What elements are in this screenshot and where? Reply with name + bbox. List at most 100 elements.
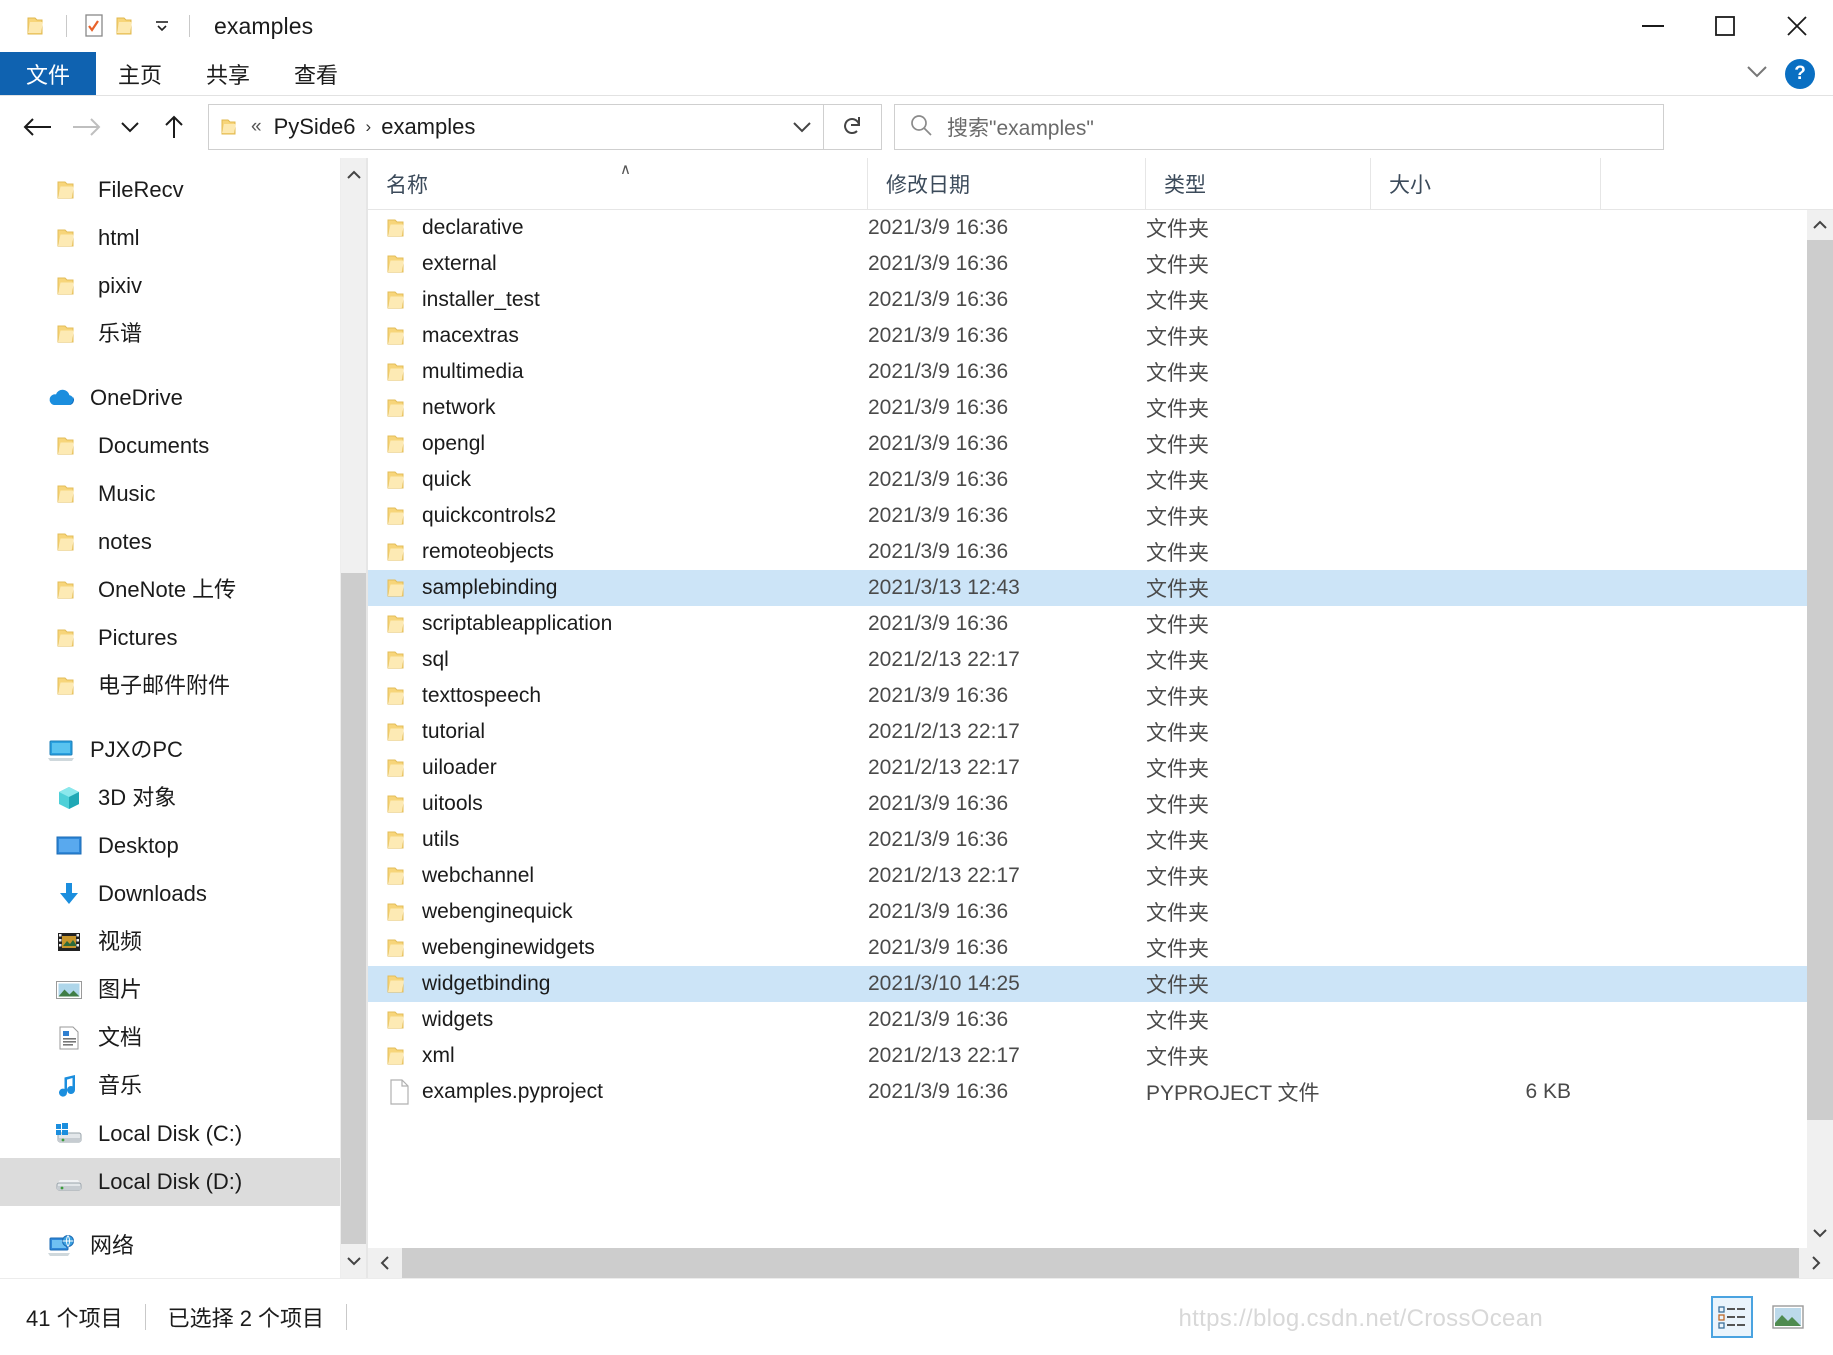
table-row[interactable]: tutorial 2021/2/13 22:17 文件夹 xyxy=(368,714,1807,750)
table-row[interactable]: installer_test 2021/3/9 16:36 文件夹 xyxy=(368,282,1807,318)
table-row[interactable]: webchannel 2021/2/13 22:17 文件夹 xyxy=(368,858,1807,894)
column-header-type[interactable]: 类型 xyxy=(1146,158,1371,210)
hscroll-right-icon[interactable] xyxy=(1799,1248,1833,1278)
sidebar-item-[interactable]: 电子邮件附件 xyxy=(0,662,366,710)
search-box[interactable]: 搜索"examples" xyxy=(894,104,1664,150)
file-scroll-down-icon[interactable] xyxy=(1807,1218,1833,1248)
file-list-hscrollbar[interactable] xyxy=(368,1248,1833,1278)
file-scroll-thumb[interactable] xyxy=(1807,240,1833,1120)
view-buttons xyxy=(1711,1296,1833,1338)
sidebar-item-desktop[interactable]: Desktop xyxy=(0,822,366,870)
table-row[interactable]: widgetbinding 2021/3/10 14:25 文件夹 xyxy=(368,966,1807,1002)
new-folder-icon[interactable] xyxy=(111,9,145,43)
table-row[interactable]: macextras 2021/3/9 16:36 文件夹 xyxy=(368,318,1807,354)
sidebar-item-downloads[interactable]: Downloads xyxy=(0,870,366,918)
forward-button[interactable] xyxy=(62,103,110,151)
sidebar-item-pjx-pc[interactable]: PJXのPC xyxy=(0,726,366,774)
sidebar-item-music[interactable]: Music xyxy=(0,470,366,518)
sidebar-item-local-disk-d[interactable]: Local Disk (D:) xyxy=(0,1158,366,1206)
properties-icon[interactable] xyxy=(77,9,111,43)
column-headers: 名称 修改日期 类型 大小 ∧ xyxy=(368,158,1833,210)
breadcrumb-part-examples[interactable]: examples xyxy=(375,114,481,140)
table-row[interactable]: samplebinding 2021/3/13 12:43 文件夹 xyxy=(368,570,1807,606)
table-row[interactable]: opengl 2021/3/9 16:36 文件夹 xyxy=(368,426,1807,462)
column-header-name[interactable]: 名称 xyxy=(368,158,868,210)
table-row[interactable]: webenginequick 2021/3/9 16:36 文件夹 xyxy=(368,894,1807,930)
details-view-button[interactable] xyxy=(1711,1296,1753,1338)
sidebar-item-[interactable]: 文档 xyxy=(0,1014,366,1062)
table-row[interactable]: webenginewidgets 2021/3/9 16:36 文件夹 xyxy=(368,930,1807,966)
sidebar-item-local-disk-c[interactable]: Local Disk (C:) xyxy=(0,1110,366,1158)
maximize-button[interactable] xyxy=(1689,0,1761,52)
file-name-label: quickcontrols2 xyxy=(422,504,557,527)
table-row[interactable]: uitools 2021/3/9 16:36 文件夹 xyxy=(368,786,1807,822)
table-row[interactable]: network 2021/3/9 16:36 文件夹 xyxy=(368,390,1807,426)
table-row[interactable]: uiloader 2021/2/13 22:17 文件夹 xyxy=(368,750,1807,786)
nav-scroll-up-icon[interactable] xyxy=(341,158,366,192)
sidebar-item-[interactable]: 乐谱 xyxy=(0,310,366,358)
refresh-button[interactable] xyxy=(824,104,882,150)
sidebar-item-[interactable]: 图片 xyxy=(0,966,366,1014)
close-button[interactable] xyxy=(1761,0,1833,52)
column-header-size[interactable]: 大小 xyxy=(1371,158,1601,210)
chevron-down-icon[interactable] xyxy=(1743,62,1771,85)
sidebar-item-documents[interactable]: Documents xyxy=(0,422,366,470)
file-name-label: remoteobjects xyxy=(422,540,554,563)
table-row[interactable]: quickcontrols2 2021/3/9 16:36 文件夹 xyxy=(368,498,1807,534)
file-name-cell: xml xyxy=(368,1044,868,1068)
sidebar-item-3d[interactable]: 3D 对象 xyxy=(0,774,366,822)
search-input[interactable]: 搜索"examples" xyxy=(947,112,1094,142)
sidebar-item-onenote[interactable]: OneNote 上传 xyxy=(0,566,366,614)
folder-icon xyxy=(386,829,412,851)
folder-icon[interactable] xyxy=(22,9,56,43)
tab-home[interactable]: 主页 xyxy=(96,52,184,95)
recent-locations-button[interactable] xyxy=(110,103,150,151)
table-row[interactable]: multimedia 2021/3/9 16:36 文件夹 xyxy=(368,354,1807,390)
file-type-cell: 文件夹 xyxy=(1146,1046,1209,1069)
table-row[interactable]: widgets 2021/3/9 16:36 文件夹 xyxy=(368,1002,1807,1038)
breadcrumb-dropdown-icon[interactable] xyxy=(789,105,815,149)
sidebar-item-pictures[interactable]: Pictures xyxy=(0,614,366,662)
sidebar-item-pixiv[interactable]: pixiv xyxy=(0,262,366,310)
nav-scroll-thumb[interactable] xyxy=(341,573,366,1273)
tab-view[interactable]: 查看 xyxy=(272,52,360,95)
back-button[interactable] xyxy=(14,103,62,151)
breadcrumb[interactable]: « PySide6 › examples xyxy=(208,104,824,150)
hscroll-thumb[interactable] xyxy=(402,1248,1799,1278)
table-row[interactable]: quick 2021/3/9 16:36 文件夹 xyxy=(368,462,1807,498)
file-list-scrollbar[interactable] xyxy=(1807,210,1833,1248)
file-type-cell: 文件夹 xyxy=(1146,650,1209,673)
sidebar-item-filerecv[interactable]: FileRecv xyxy=(0,166,366,214)
tab-share[interactable]: 共享 xyxy=(184,52,272,95)
breadcrumb-overflow[interactable]: « xyxy=(245,116,268,138)
table-row[interactable]: remoteobjects 2021/3/9 16:36 文件夹 xyxy=(368,534,1807,570)
up-button[interactable] xyxy=(150,103,198,151)
sidebar-item-[interactable]: 网络 xyxy=(0,1222,366,1270)
minimize-button[interactable] xyxy=(1617,0,1689,52)
sidebar-item-[interactable]: 音乐 xyxy=(0,1062,366,1110)
table-row[interactable]: scriptableapplication 2021/3/9 16:36 文件夹 xyxy=(368,606,1807,642)
breadcrumb-separator-icon[interactable]: › xyxy=(362,117,376,137)
table-row[interactable]: declarative 2021/3/9 16:36 文件夹 xyxy=(368,210,1807,246)
large-icons-view-button[interactable] xyxy=(1767,1296,1809,1338)
file-scroll-up-icon[interactable] xyxy=(1807,210,1833,240)
customize-dropdown-icon[interactable] xyxy=(145,9,179,43)
table-row[interactable]: texttospeech 2021/3/9 16:36 文件夹 xyxy=(368,678,1807,714)
breadcrumb-part-pyside6[interactable]: PySide6 xyxy=(268,114,362,140)
table-row[interactable]: examples.pyproject 2021/3/9 16:36 PYPROJEC… xyxy=(368,1074,1807,1110)
table-row[interactable]: sql 2021/2/13 22:17 文件夹 xyxy=(368,642,1807,678)
table-row[interactable]: external 2021/3/9 16:36 文件夹 xyxy=(368,246,1807,282)
sidebar-item-onedrive[interactable]: OneDrive xyxy=(0,374,366,422)
column-header-date[interactable]: 修改日期 xyxy=(868,158,1146,210)
nav-scroll-down-icon[interactable] xyxy=(341,1244,366,1278)
sidebar-item-[interactable]: 视频 xyxy=(0,918,366,966)
nav-scrollbar[interactable] xyxy=(340,158,366,1278)
address-toolbar: « PySide6 › examples 搜索"examples" xyxy=(0,96,1833,158)
table-row[interactable]: xml 2021/2/13 22:17 文件夹 xyxy=(368,1038,1807,1074)
help-button[interactable]: ? xyxy=(1785,58,1815,89)
sidebar-item-html[interactable]: html xyxy=(0,214,366,262)
sidebar-item-notes[interactable]: notes xyxy=(0,518,366,566)
tab-file[interactable]: 文件 xyxy=(0,52,97,95)
table-row[interactable]: utils 2021/3/9 16:36 文件夹 xyxy=(368,822,1807,858)
hscroll-left-icon[interactable] xyxy=(368,1248,402,1278)
